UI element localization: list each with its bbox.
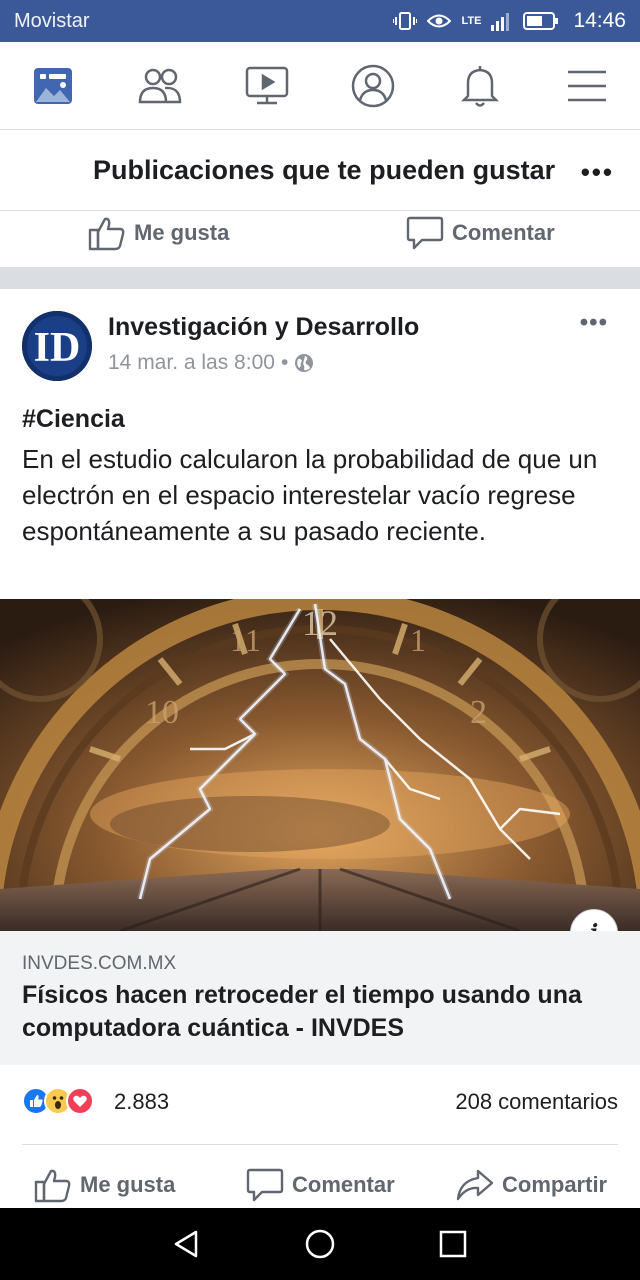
nav-menu[interactable] xyxy=(557,56,617,116)
watch-icon xyxy=(245,66,288,104)
svg-text:2: 2 xyxy=(470,694,487,731)
vibrate-icon xyxy=(393,12,418,30)
meta-separator: • xyxy=(280,351,289,374)
reaction-count[interactable]: 2.883 xyxy=(114,1089,169,1115)
comment-count[interactable]: 208 comentarios xyxy=(455,1089,618,1115)
post-hashtag[interactable]: #Ciencia xyxy=(22,405,125,434)
profile-icon xyxy=(352,64,395,107)
like-button[interactable]: Me gusta xyxy=(34,1167,175,1203)
back-icon xyxy=(174,1230,197,1258)
comment-label: Comentar xyxy=(292,1172,395,1197)
share-icon xyxy=(456,1169,494,1201)
section-header: Publicaciones que te pueden gustar ••• xyxy=(0,131,640,211)
avatar-text: ID xyxy=(34,325,81,371)
comment-icon xyxy=(246,1168,284,1202)
previous-post-actions: Me gusta Comentar xyxy=(0,211,640,267)
svg-text:11: 11 xyxy=(230,622,261,658)
comment-button[interactable]: Comentar xyxy=(246,1167,395,1203)
previous-like-label: Me gusta xyxy=(134,220,230,245)
network-label: LTE xyxy=(461,15,482,27)
post-text: En el estudio calcularon la probabilidad… xyxy=(22,444,598,546)
post-author[interactable]: Investigación y Desarrollo xyxy=(108,313,419,342)
section-more-button[interactable]: ••• xyxy=(581,157,614,188)
previous-comment-button[interactable]: Comentar xyxy=(406,215,555,251)
nav-news-feed[interactable] xyxy=(23,56,83,116)
recents-button[interactable] xyxy=(423,1214,483,1274)
home-icon xyxy=(305,1229,335,1259)
previous-like-button[interactable]: Me gusta xyxy=(88,215,229,251)
post-meta: 14 mar. a las 8:00 • xyxy=(108,351,314,375)
home-button[interactable] xyxy=(290,1214,350,1274)
nav-watch[interactable] xyxy=(237,56,297,116)
reactions-row: 2.883 208 comentarios xyxy=(0,1085,640,1125)
like-icon xyxy=(34,1169,71,1203)
link-title: Físicos hacen retroceder el tiempo usand… xyxy=(22,981,582,1042)
friends-icon xyxy=(138,68,182,103)
back-button[interactable] xyxy=(157,1214,217,1274)
feed-divider xyxy=(0,267,640,289)
post-more-button[interactable]: ••• xyxy=(580,309,608,337)
like-icon xyxy=(88,217,125,251)
android-nav-bar xyxy=(0,1208,640,1280)
link-domain: INVDES.COM.MX xyxy=(22,953,177,974)
share-button[interactable]: Compartir xyxy=(456,1167,607,1203)
battery-icon xyxy=(523,12,559,30)
top-nav xyxy=(0,42,640,130)
nav-friends[interactable] xyxy=(130,56,190,116)
section-title: Publicaciones que te pueden gustar xyxy=(93,155,556,185)
comment-icon xyxy=(406,216,444,250)
actions-separator xyxy=(22,1144,618,1145)
news-feed-icon xyxy=(34,67,73,104)
nav-profile[interactable] xyxy=(343,56,403,116)
like-label: Me gusta xyxy=(80,1172,176,1197)
reaction-icons[interactable] xyxy=(22,1087,94,1115)
page-avatar[interactable]: ID xyxy=(22,311,92,381)
love-reaction-icon xyxy=(66,1087,94,1115)
svg-text:10: 10 xyxy=(145,694,179,731)
post-card: ID Investigación y Desarrollo 14 mar. a … xyxy=(0,289,640,1209)
clock-lightning-image: 12 1 2 11 10 xyxy=(0,599,640,931)
status-bar: Movistar LTE 14:46 xyxy=(0,0,640,42)
page-logo: ID xyxy=(22,311,92,381)
carrier-label: Movistar xyxy=(14,9,90,32)
status-icons: LTE 14:46 xyxy=(393,9,626,33)
recents-icon xyxy=(440,1230,467,1258)
nav-notifications[interactable] xyxy=(450,56,510,116)
svg-text:1: 1 xyxy=(410,622,426,658)
previous-comment-label: Comentar xyxy=(452,220,555,245)
eye-comfort-icon xyxy=(427,14,452,28)
post-image[interactable]: 12 1 2 11 10 xyxy=(0,599,640,931)
post-timestamp[interactable]: 14 mar. a las 8:00 xyxy=(108,351,275,375)
link-preview[interactable]: INVDES.COM.MX Físicos hacen retroceder e… xyxy=(0,931,640,1065)
notifications-icon xyxy=(460,65,499,107)
share-label: Compartir xyxy=(502,1172,608,1197)
globe-icon xyxy=(295,354,314,372)
clock: 14:46 xyxy=(573,9,626,32)
menu-icon xyxy=(567,70,606,101)
signal-icon xyxy=(491,13,510,31)
